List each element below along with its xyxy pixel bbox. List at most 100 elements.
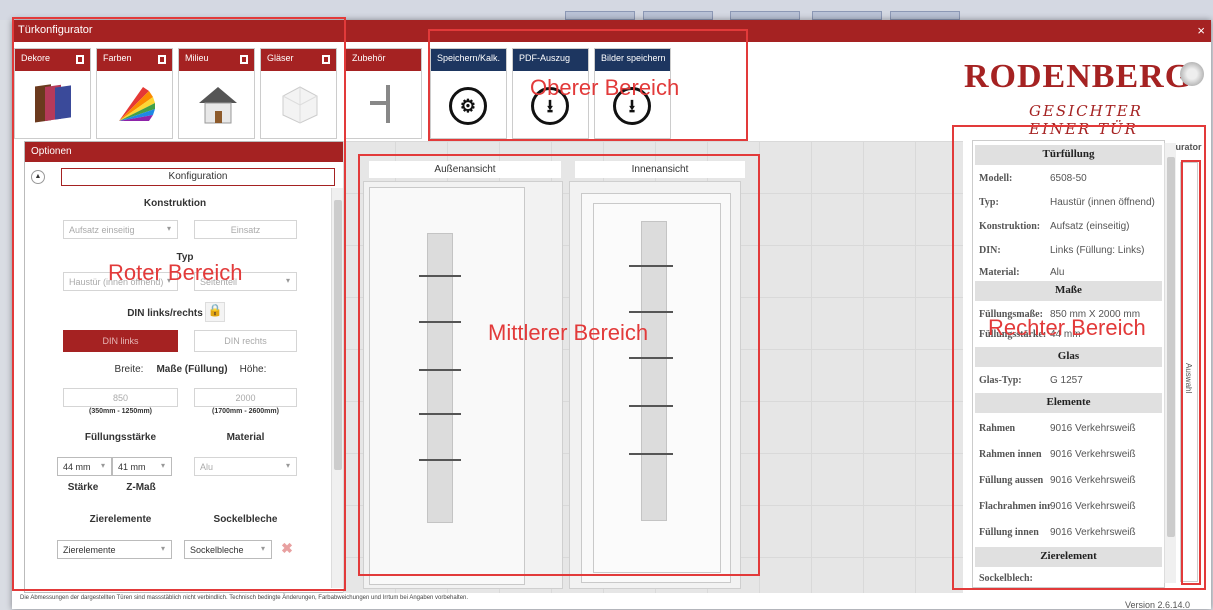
scroll-thumb[interactable] [1167, 157, 1175, 537]
row-key: Füllung aussen [979, 475, 1044, 486]
breite-input[interactable]: 850 [63, 388, 178, 407]
einsatz-button[interactable]: Einsatz [194, 220, 297, 239]
taskbar-thumbnail [812, 11, 882, 20]
konstruktion-select[interactable]: Aufsatz einseitig ▾ [63, 220, 178, 239]
tile-speichern[interactable]: Speichern/Kalk. ⚙ [430, 48, 507, 139]
sockelbleche-label: Sockelbleche [213, 514, 278, 525]
hoehe-label: Höhe: [239, 364, 267, 375]
taskbar-thumbnail [730, 11, 800, 20]
brand-emblem-icon [1180, 62, 1204, 86]
select-value: Aufsatz einseitig [69, 225, 135, 235]
color-fan-icon [119, 87, 155, 121]
section-zierelement: Zierelement [975, 547, 1162, 567]
fuellungsstaerke-label: Füllungsstärke [84, 432, 157, 443]
chevron-down-icon: ▾ [166, 224, 171, 233]
summary-row: Rahmen 9016 Verkehrsweiß [975, 417, 1162, 439]
row-value: Links (Füllung: Links) [1050, 245, 1145, 256]
annotation-label: Rechter Bereich [988, 315, 1146, 340]
decor-bar [629, 265, 673, 267]
annotation-label: Roter Bereich [108, 260, 243, 285]
row-value: Aufsatz (einseitig) [1050, 221, 1130, 232]
tile-farben[interactable]: Farben [96, 48, 173, 139]
select-value: 41 mm [118, 462, 146, 472]
aussenansicht-label: Außenansicht [369, 161, 561, 178]
window-title: Türkonfigurator [18, 24, 93, 36]
options-scrollbar[interactable] [331, 188, 343, 588]
scroll-thumb[interactable] [334, 200, 342, 470]
decor-bar [629, 453, 673, 455]
material-label: Material [226, 432, 265, 443]
remove-icon[interactable]: ✖ [278, 540, 296, 558]
tile-glaeser[interactable]: Gläser [260, 48, 337, 139]
row-key: Füllung innen [979, 527, 1039, 538]
tile-milieu[interactable]: Milieu [178, 48, 255, 139]
staerke-select[interactable]: 44 mm ▾ [57, 457, 112, 476]
konfiguration-tab[interactable]: Konfiguration [61, 168, 335, 186]
decor-bar [419, 321, 461, 323]
hoehe-input[interactable]: 2000 [194, 388, 297, 407]
section-elemente: Elemente [975, 393, 1162, 413]
auswahl-side-tab[interactable]: Auswahl [1180, 162, 1198, 582]
chevron-down-icon: ▾ [100, 461, 105, 470]
gear-icon: ⚙ [449, 87, 487, 125]
din-links-button[interactable]: DIN links [63, 330, 178, 352]
annotation-label: Oberer Bereich [530, 75, 680, 100]
door-preview-area: Außenansicht Innenansicht [343, 141, 963, 593]
section-tuerfuellung: Türfüllung [975, 145, 1162, 165]
tile-dekore[interactable]: Dekore [14, 48, 91, 139]
tile-label: Farben [103, 53, 132, 63]
zmass-label: Z-Maß [126, 482, 156, 493]
row-key: Rahmen [979, 423, 1016, 434]
row-key: Typ: [979, 197, 999, 208]
expand-icon [76, 55, 84, 64]
tile-label: Zubehör [352, 53, 386, 63]
brand-logo-text: RODENBERG [964, 58, 1193, 95]
tile-label: Dekore [21, 53, 51, 63]
summary-row: Rahmen innen 9016 Verkehrsweiß [975, 443, 1162, 465]
annotation-label: Mittlerer Bereich [488, 320, 649, 345]
options-panel: Optionen ▲ Konfiguration Konstruktion Au… [24, 141, 344, 593]
row-value: 9016 Verkehrsweiß [1050, 527, 1136, 538]
zierelemente-label: Zierelemente [89, 514, 152, 525]
tile-label: PDF-Auszug [519, 53, 571, 63]
summary-row: Sockelblech: [975, 567, 1162, 589]
row-key: Modell: [979, 173, 1013, 184]
tile-zubehoer[interactable]: Zubehör [345, 48, 422, 139]
decor-swatches-icon [35, 84, 71, 123]
row-key: Rahmen innen [979, 449, 1042, 460]
collapse-icon[interactable]: ▲ [31, 170, 45, 184]
expand-icon [240, 55, 248, 64]
zmass-select[interactable]: 41 mm ▾ [112, 457, 172, 476]
row-key: Material: [979, 267, 1020, 278]
zierelemente-select[interactable]: Zierelemente ▾ [57, 540, 172, 559]
title-bar: Türkonfigurator × [12, 20, 1211, 42]
din-label: DIN links/rechts [127, 308, 203, 319]
din-rechts-button[interactable]: DIN rechts [194, 330, 297, 352]
row-value: Haustür (innen öffnend) [1050, 197, 1155, 208]
sockelbleche-select[interactable]: Sockelbleche ▾ [184, 540, 272, 559]
expand-icon [322, 55, 330, 64]
tile-label: Milieu [185, 53, 209, 63]
breite-range: (350mm - 1250mm) [88, 408, 153, 415]
staerke-label: Stärke [67, 482, 99, 493]
summary-scrollbar[interactable] [1164, 143, 1176, 583]
row-key: Konstruktion: [979, 221, 1041, 232]
close-icon[interactable]: × [1197, 23, 1205, 38]
expand-icon [158, 55, 166, 64]
select-value: 44 mm [63, 462, 91, 472]
material-select[interactable]: Alu ▾ [194, 457, 297, 476]
chevron-down-icon: ▾ [260, 544, 265, 553]
decor-bar [419, 459, 461, 461]
summary-row: Füllung innen 9016 Verkehrsweiß [975, 521, 1162, 543]
innenansicht-label: Innenansicht [575, 161, 745, 178]
select-value: Alu [200, 462, 214, 472]
row-key: Sockelblech: [979, 573, 1033, 584]
row-value: Alu [1050, 267, 1065, 278]
auswahl-label: Auswahl [1184, 363, 1193, 394]
desktop-background [0, 0, 1213, 20]
row-value: 6508-50 [1050, 173, 1087, 184]
lock-icon[interactable]: 🔒 [205, 302, 225, 322]
chevron-down-icon: ▾ [160, 544, 165, 553]
decor-bar [629, 311, 673, 313]
row-key: Flachrahmen inr [979, 501, 1052, 512]
